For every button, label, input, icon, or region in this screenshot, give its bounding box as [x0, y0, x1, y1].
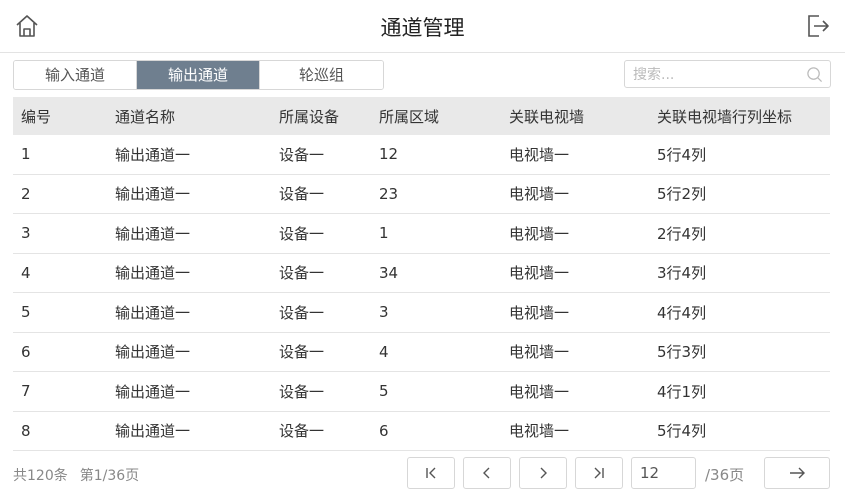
- tab-output-channel[interactable]: 输出通道: [137, 61, 260, 89]
- first-page-button[interactable]: [407, 457, 455, 489]
- cell-channel-name: 输出通道一: [107, 411, 271, 451]
- cell-wall-coordinate: 5行2列: [649, 174, 830, 214]
- channel-tabs: 输入通道 输出通道 轮巡组: [13, 60, 384, 90]
- table-row[interactable]: 2 输出通道一 设备一 23 电视墙一 5行2列: [13, 174, 830, 214]
- cell-device: 设备一: [271, 332, 371, 372]
- prev-page-button[interactable]: [463, 457, 511, 489]
- cell-area: 5: [371, 371, 501, 412]
- table-row[interactable]: 7 输出通道一 设备一 5 电视墙一 4行1列: [13, 371, 830, 412]
- cell-device: 设备一: [271, 253, 371, 293]
- cell-area: 23: [371, 174, 501, 214]
- cell-wall-coordinate: 4行4列: [649, 292, 830, 333]
- cell-id: 3: [13, 213, 107, 254]
- cell-device: 设备一: [271, 213, 371, 254]
- cell-tv-wall: 电视墙一: [501, 332, 649, 372]
- cell-channel-name: 输出通道一: [107, 174, 271, 214]
- total-pages-label: /36页: [705, 466, 745, 484]
- col-header-device[interactable]: 所属设备: [271, 97, 371, 135]
- cell-area: 4: [371, 332, 501, 372]
- logout-icon: [808, 15, 829, 37]
- go-arrow-icon: [790, 467, 805, 479]
- next-page-button[interactable]: [519, 457, 567, 489]
- search-input[interactable]: [631, 64, 805, 86]
- table-header-row: 编号 通道名称 所属设备 所属区域 关联电视墙 关联电视墙行列坐标: [13, 97, 830, 135]
- cell-tv-wall: 电视墙一: [501, 213, 649, 254]
- logout-button[interactable]: [805, 13, 831, 39]
- cell-id: 8: [13, 411, 107, 451]
- table-row[interactable]: 8 输出通道一 设备一 6 电视墙一 5行4列: [13, 411, 830, 451]
- cell-id: 1: [13, 135, 107, 175]
- cell-tv-wall: 电视墙一: [501, 411, 649, 451]
- tab-input-channel[interactable]: 输入通道: [14, 61, 137, 89]
- cell-device: 设备一: [271, 371, 371, 412]
- cell-tv-wall: 电视墙一: [501, 292, 649, 333]
- cell-area: 3: [371, 292, 501, 333]
- last-page-icon: [594, 467, 604, 479]
- total-count: 共120条: [13, 468, 68, 484]
- cell-wall-coordinate: 5行3列: [649, 332, 830, 372]
- tab-patrol-group[interactable]: 轮巡组: [260, 61, 383, 89]
- cell-device: 设备一: [271, 135, 371, 175]
- cell-id: 6: [13, 332, 107, 372]
- cell-wall-coordinate: 4行1列: [649, 371, 830, 412]
- cell-wall-coordinate: 5行4列: [649, 411, 830, 451]
- cell-id: 7: [13, 371, 107, 412]
- cell-tv-wall: 电视墙一: [501, 371, 649, 412]
- cell-id: 5: [13, 292, 107, 333]
- cell-wall-coordinate: 2行4列: [649, 213, 830, 254]
- cell-channel-name: 输出通道一: [107, 253, 271, 293]
- cell-area: 6: [371, 411, 501, 451]
- channel-table: 编号 通道名称 所属设备 所属区域 关联电视墙 关联电视墙行列坐标 1 输出通道一…: [13, 97, 830, 451]
- cell-tv-wall: 电视墙一: [501, 174, 649, 214]
- page-number-input[interactable]: [631, 457, 696, 489]
- cell-channel-name: 输出通道一: [107, 292, 271, 333]
- search-box: [624, 60, 831, 88]
- col-header-id[interactable]: 编号: [13, 97, 107, 135]
- next-page-icon: [540, 467, 547, 479]
- table-row[interactable]: 3 输出通道一 设备一 1 电视墙一 2行4列: [13, 213, 830, 254]
- page-title: 通道管理: [380, 16, 465, 40]
- table-row[interactable]: 6 输出通道一 设备一 4 电视墙一 5行3列: [13, 332, 830, 372]
- cell-area: 12: [371, 135, 501, 175]
- cell-channel-name: 输出通道一: [107, 332, 271, 372]
- cell-id: 2: [13, 174, 107, 214]
- go-page-button[interactable]: [764, 457, 830, 489]
- cell-channel-name: 输出通道一: [107, 213, 271, 254]
- cell-wall-coordinate: 3行4列: [649, 253, 830, 293]
- col-header-tv-wall[interactable]: 关联电视墙: [501, 97, 649, 135]
- cell-id: 4: [13, 253, 107, 293]
- cell-area: 34: [371, 253, 501, 293]
- cell-wall-coordinate: 5行4列: [649, 135, 830, 175]
- table-row[interactable]: 1 输出通道一 设备一 12 电视墙一 5行4列: [13, 135, 830, 175]
- cell-device: 设备一: [271, 411, 371, 451]
- current-page-info: 第1/36页: [79, 468, 140, 484]
- last-page-button[interactable]: [575, 457, 623, 489]
- cell-channel-name: 输出通道一: [107, 135, 271, 175]
- first-page-icon: [426, 467, 436, 479]
- col-header-channel-name[interactable]: 通道名称: [107, 97, 271, 135]
- col-header-wall-coordinate[interactable]: 关联电视墙行列坐标: [649, 97, 830, 135]
- prev-page-icon: [483, 467, 490, 479]
- cell-channel-name: 输出通道一: [107, 371, 271, 412]
- col-header-area[interactable]: 所属区域: [371, 97, 501, 135]
- table-row[interactable]: 5 输出通道一 设备一 3 电视墙一 4行4列: [13, 292, 830, 333]
- cell-device: 设备一: [271, 174, 371, 214]
- app-header: 通道管理: [0, 0, 845, 53]
- cell-area: 1: [371, 213, 501, 254]
- pagination-info: 共120条 第1/36页: [13, 465, 151, 485]
- cell-tv-wall: 电视墙一: [501, 135, 649, 175]
- table-row[interactable]: 4 输出通道一 设备一 34 电视墙一 3行4列: [13, 253, 830, 293]
- search-icon[interactable]: [806, 66, 823, 83]
- cell-tv-wall: 电视墙一: [501, 253, 649, 293]
- cell-device: 设备一: [271, 292, 371, 333]
